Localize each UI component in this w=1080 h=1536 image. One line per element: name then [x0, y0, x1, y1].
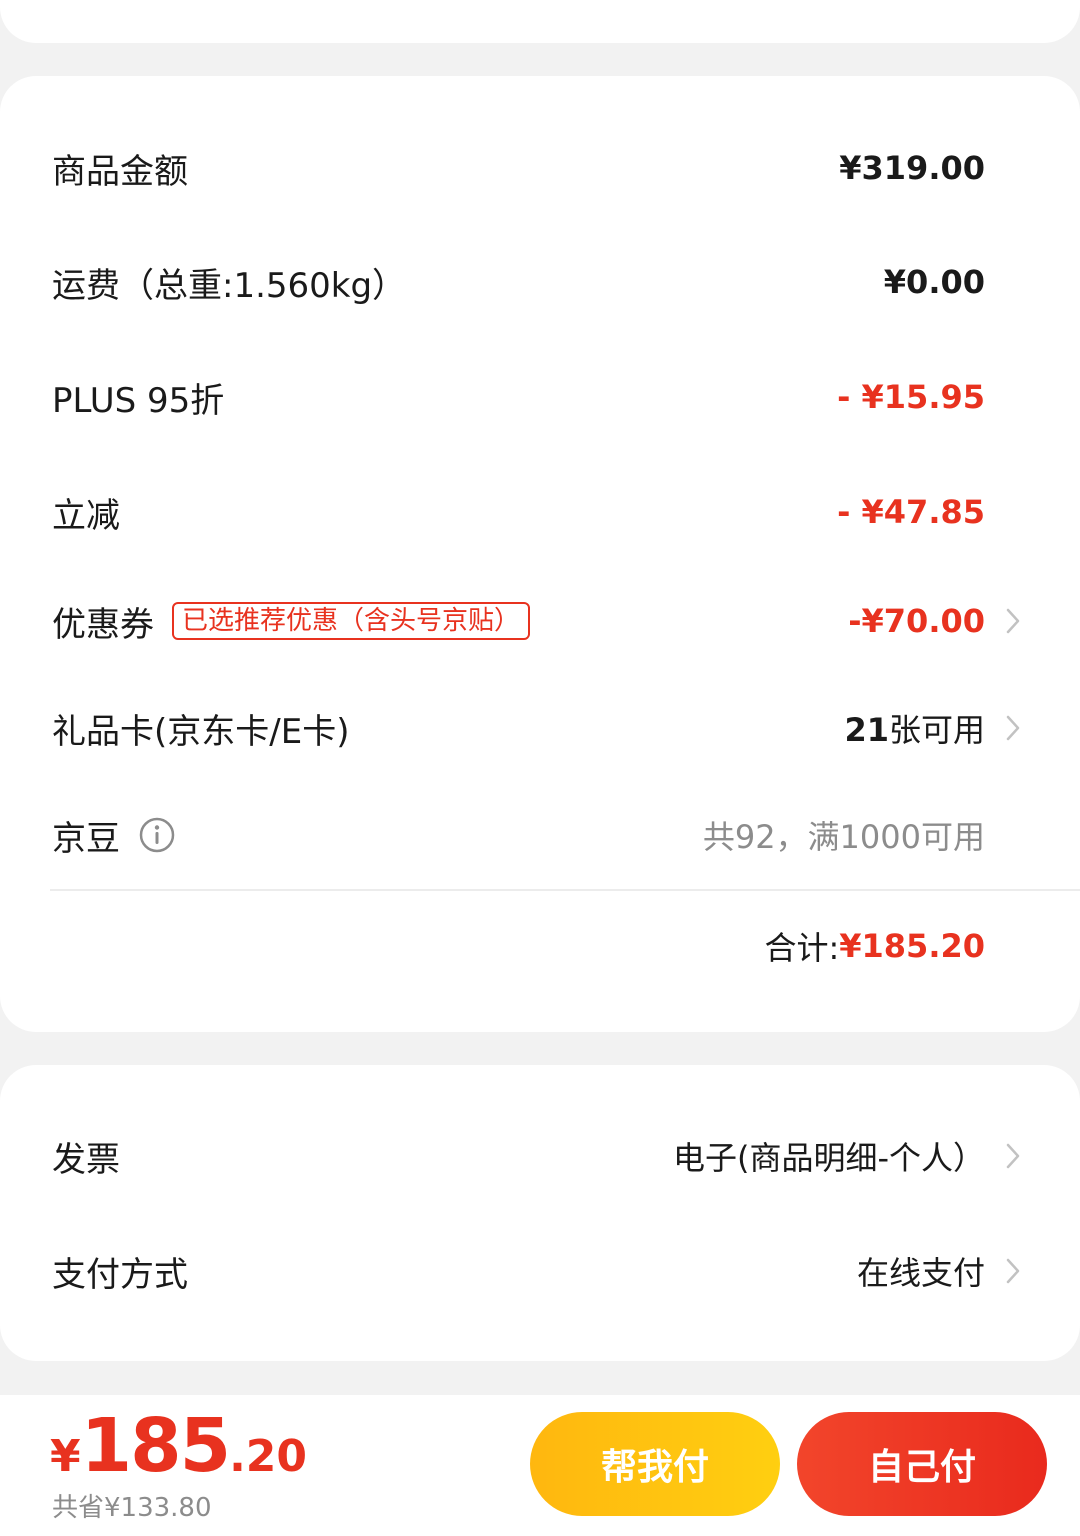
jingdou-label-wrap: 京豆: [52, 811, 176, 860]
chevron-right-icon: [1006, 1258, 1020, 1284]
coupon-label: 优惠券: [52, 604, 154, 645]
row-invoice[interactable]: 发票 电子(商品明细-个人）: [0, 1126, 1080, 1186]
shipping-label: 运费（总重:1.560kg）: [52, 265, 407, 306]
row-payment-method[interactable]: 支付方式 在线支付: [0, 1241, 1080, 1301]
pay-myself-button[interactable]: 自己付: [797, 1412, 1047, 1516]
invoice-value: 电子(商品明细-个人）: [672, 1139, 985, 1177]
previous-card: [0, 0, 1080, 43]
gift-card-label: 礼品卡(京东卡/E卡): [52, 711, 350, 752]
coupon-tag: 已选推荐优惠（含头号京贴）: [172, 602, 531, 640]
gift-card-count: 21: [844, 711, 889, 749]
jingdou-label: 京豆: [52, 818, 120, 859]
final-price: ¥185.20: [50, 1403, 307, 1489]
goods-amount-label: 商品金额: [52, 151, 188, 192]
goods-amount-value: ¥319.00: [839, 149, 985, 187]
chevron-right-icon: [1006, 715, 1020, 741]
row-coupon[interactable]: 优惠券 已选推荐优惠（含头号京贴） -¥70.00: [0, 591, 1080, 651]
plus-discount-value: - ¥15.95: [837, 378, 985, 416]
row-goods-amount: 商品金额 ¥319.00: [0, 138, 1080, 198]
row-jingdou: 京豆 共92，满1000可用: [0, 805, 1080, 865]
shipping-value: ¥0.00: [883, 263, 985, 301]
price-decimal: .20: [229, 1431, 308, 1482]
gift-card-suffix: 张可用: [888, 711, 985, 749]
total-row: 合计: ¥185.20: [764, 916, 985, 976]
payment-method-label: 支付方式: [52, 1254, 188, 1295]
instant-discount-value: - ¥47.85: [837, 493, 985, 531]
row-instant-discount: 立减 - ¥47.85: [0, 482, 1080, 542]
payment-method-value: 在线支付: [856, 1254, 985, 1292]
invoice-payment-card: 发票 电子(商品明细-个人） 支付方式 在线支付: [0, 1065, 1080, 1361]
plus-discount-label: PLUS 95折: [52, 380, 225, 421]
info-icon[interactable]: [138, 816, 176, 854]
total-label: 合计:: [764, 929, 840, 967]
chevron-right-icon: [1006, 608, 1020, 634]
row-plus-discount: PLUS 95折 - ¥15.95: [0, 367, 1080, 427]
instant-discount-label: 立减: [52, 495, 120, 536]
help-me-pay-button[interactable]: 帮我付: [530, 1412, 780, 1516]
total-saved: 共省¥133.80: [52, 1493, 212, 1523]
coupon-value: -¥70.00: [848, 602, 985, 640]
checkout-bar: ¥185.20 共省¥133.80 帮我付 自己付: [0, 1395, 1080, 1536]
divider: [50, 889, 1080, 891]
row-shipping: 运费（总重:1.560kg） ¥0.00: [0, 252, 1080, 312]
total-value: ¥185.20: [839, 927, 985, 965]
currency-symbol: ¥: [50, 1431, 81, 1482]
coupon-label-wrap: 优惠券 已选推荐优惠（含头号京贴）: [52, 597, 531, 646]
invoice-label: 发票: [52, 1139, 120, 1180]
jingdou-value: 共92，满1000可用: [702, 818, 985, 856]
gift-card-value: 21张可用: [844, 705, 985, 751]
price-integer: 185: [80, 1403, 231, 1489]
chevron-right-icon: [1006, 1143, 1020, 1169]
row-gift-card[interactable]: 礼品卡(京东卡/E卡) 21张可用: [0, 698, 1080, 758]
price-details-card: 商品金额 ¥319.00 运费（总重:1.560kg） ¥0.00 PLUS 9…: [0, 76, 1080, 1032]
